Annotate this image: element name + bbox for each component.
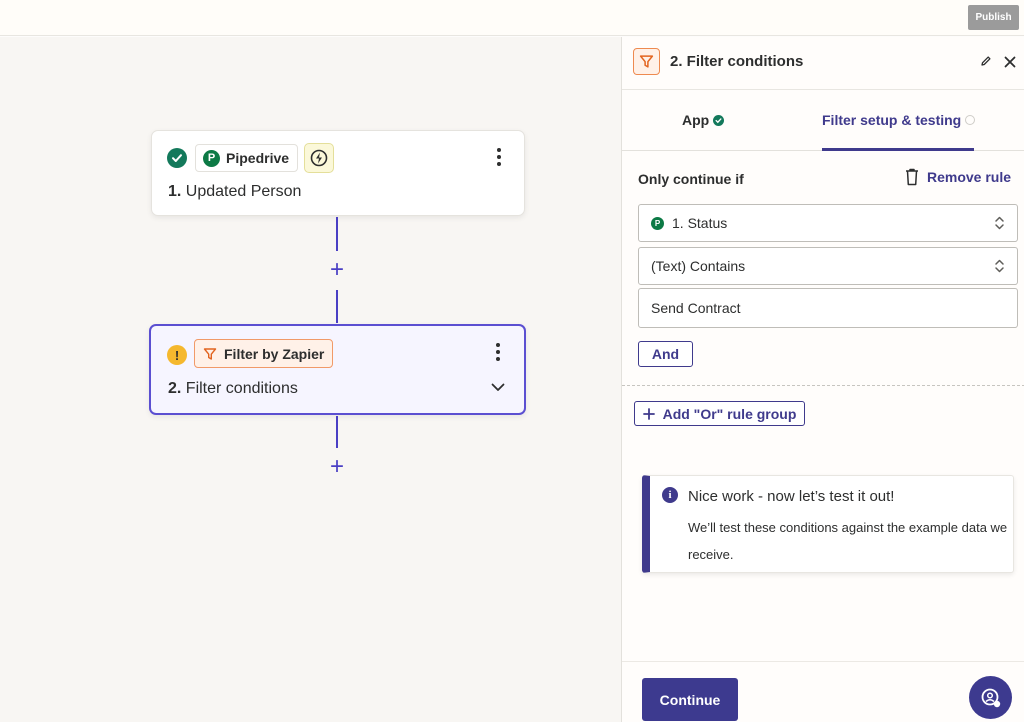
step-card-filter[interactable]: ! Filter by Zapier 2. Filter conditions [149,324,526,415]
warning-icon: ! [167,345,187,365]
filter-icon [203,347,217,360]
step-number: 2. [168,380,182,397]
app-chip-pipedrive: P Pipedrive [195,144,299,172]
field-value: 1. Status [672,215,728,231]
info-callout: i Nice work - now let’s test it out! We’… [642,475,1014,573]
remove-rule-button[interactable]: Remove rule [905,168,1011,186]
tab-filter-setup[interactable]: Filter setup & testing [822,112,976,128]
app-chip-filter: Filter by Zapier [194,339,334,368]
info-icon: i [662,487,678,503]
connector-line [336,416,338,448]
panel-header: 2. Filter conditions [622,37,1024,90]
chevron-down-icon[interactable] [491,383,505,392]
value-input[interactable]: Send Contract [638,288,1018,328]
more-options-icon[interactable] [495,343,501,361]
rule-heading: Only continue if [638,171,744,187]
trigger-bolt-icon [304,143,334,173]
status-ring-icon [965,115,976,125]
step-name: Filter conditions [185,380,298,397]
top-bar: Publish [0,0,1024,36]
tab-label: App [682,112,710,128]
pencil-icon[interactable] [980,55,992,67]
plus-icon [642,407,655,420]
select-arrows-icon [995,216,1004,230]
filter-icon [633,48,660,75]
more-options-icon[interactable] [496,148,502,166]
connector-line [336,217,338,251]
add-or-rule-group-button[interactable]: Add "Or" rule group [634,401,805,426]
select-arrows-icon [995,259,1004,273]
and-button[interactable]: And [638,341,693,367]
tab-app[interactable]: App [682,112,725,128]
remove-rule-label: Remove rule [927,169,1012,185]
condition-value: (Text) Contains [651,258,746,274]
info-body: We’ll test these conditions against the … [688,520,1008,562]
pipedrive-logo-icon: P [651,216,664,230]
zap-canvas: P Pipedrive 1. Updated Person + ! Filter… [0,37,621,722]
step-detail-panel: 2. Filter conditions App Filter setup & … [621,37,1024,722]
panel-footer: Continue [622,661,1024,722]
tab-label: Filter setup & testing [822,112,962,128]
help-icon [981,688,1000,707]
field-select[interactable]: P 1. Status [638,204,1018,242]
add-step-plus-icon[interactable]: + [327,455,347,479]
step-name: Updated Person [185,183,302,200]
step-card-trigger[interactable]: P Pipedrive 1. Updated Person [151,130,525,216]
check-icon [713,114,725,126]
publish-button[interactable]: Publish [968,5,1019,30]
step-title: 1. Updated Person [168,183,301,201]
app-name: Filter by Zapier [224,345,325,362]
check-icon [167,148,187,168]
trash-icon [906,168,918,186]
active-tab-indicator [822,148,974,151]
info-title: Nice work - now let’s test it out! [688,488,895,505]
close-icon[interactable] [1004,53,1016,73]
or-group-label: Add "Or" rule group [662,405,797,422]
panel-tabs: App Filter setup & testing [622,90,1024,151]
panel-title: 2. Filter conditions [670,53,804,70]
add-step-plus-icon[interactable]: + [327,258,347,282]
app-name: Pipedrive [226,150,290,166]
input-value: Send Contract [651,300,741,316]
continue-button[interactable]: Continue [642,678,738,721]
divider [622,385,1024,386]
step-number: 1. [168,183,182,200]
help-chat-button[interactable] [969,676,1012,719]
connector-line [336,290,338,323]
pipedrive-logo-icon: P [203,149,220,167]
step-title: 2. Filter conditions [168,380,298,398]
condition-select[interactable]: (Text) Contains [638,247,1018,285]
